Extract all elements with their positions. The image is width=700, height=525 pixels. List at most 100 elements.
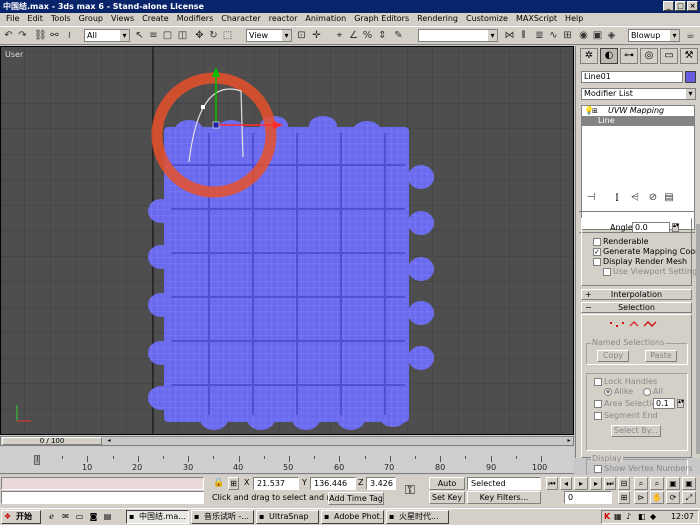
render-scene-icon[interactable]: ▣: [591, 29, 604, 42]
x-coordinate-input[interactable]: 21.537: [253, 477, 299, 490]
previous-key-icon[interactable]: ◂: [560, 477, 572, 490]
set-key-button[interactable]: Set Key: [429, 491, 465, 504]
stack-item-line[interactable]: Line: [582, 116, 694, 126]
add-time-tag-button[interactable]: Add Time Tag: [328, 492, 384, 505]
user-viewport[interactable]: User: [0, 46, 574, 435]
key-icon[interactable]: ⚿: [405, 483, 415, 498]
menu-graph-editors[interactable]: Graph Editors: [350, 13, 413, 25]
menu-character[interactable]: Character: [217, 13, 265, 25]
checkbox-box[interactable]: ✓: [593, 247, 601, 256]
show-end-result-icon[interactable]: ⫾: [610, 192, 624, 203]
select-scale-icon[interactable]: ⬚: [221, 29, 234, 42]
go-to-end-icon[interactable]: ⏭: [604, 477, 616, 490]
copy-button[interactable]: Copy: [597, 350, 629, 362]
utilities-tab[interactable]: ⚒: [680, 48, 698, 64]
maxscript-listener-white[interactable]: [1, 491, 204, 504]
checkbox-box[interactable]: [594, 411, 602, 420]
chinese-knot-mesh[interactable]: [148, 116, 434, 430]
render-type-dropdown[interactable]: Blowup: [628, 29, 680, 42]
select-by-button[interactable]: Select By...: [611, 425, 661, 437]
object-color-swatch[interactable]: [685, 71, 696, 83]
select-rotate-icon[interactable]: ↻: [207, 29, 220, 42]
desktop-icon[interactable]: ▭: [74, 512, 85, 522]
link-icon[interactable]: ⛓: [34, 29, 47, 42]
zoom-extents-all-icon[interactable]: ▣: [682, 477, 696, 490]
time-configuration-icon[interactable]: ⊞: [618, 491, 630, 504]
mirror-icon[interactable]: ⋈: [503, 29, 516, 42]
motion-tab[interactable]: ◎: [640, 48, 658, 64]
menu-file[interactable]: File: [2, 13, 23, 25]
sub-object-level-icons[interactable]: [608, 319, 660, 329]
selection-filter-dropdown[interactable]: All: [84, 29, 130, 42]
antivirus-icon[interactable]: K: [604, 511, 610, 523]
start-button[interactable]: ❖ 开始: [1, 510, 41, 524]
snap-toggle-icon[interactable]: ⌖: [333, 29, 346, 42]
task-photoshop[interactable]: ▪ Adobe Phot...: [321, 510, 384, 524]
ime-icon[interactable]: ◧: [638, 511, 646, 523]
menu-edit[interactable]: Edit: [23, 13, 47, 25]
display-render-mesh-checkbox[interactable]: Display Render Mesh: [593, 257, 687, 266]
z-coordinate-input[interactable]: 3.426: [366, 477, 396, 490]
auto-key-button[interactable]: Auto Key: [429, 477, 465, 499]
redo-icon[interactable]: ↷: [16, 29, 29, 42]
spinner-snap-icon[interactable]: ⇕: [376, 29, 389, 42]
go-to-start-icon[interactable]: ⏮: [546, 477, 558, 490]
key-mode-toggle-icon[interactable]: ⊟: [618, 477, 630, 490]
pin-stack-icon[interactable]: ⊣: [584, 192, 598, 203]
field-of-view-icon[interactable]: ⊳: [634, 491, 648, 504]
all-radio[interactable]: All: [643, 387, 663, 396]
key-mode-dropdown[interactable]: Selected: [467, 477, 541, 490]
task-music[interactable]: ▪ 音乐试听 -...: [191, 510, 254, 524]
lock-icon[interactable]: 🔒: [213, 478, 224, 488]
use-viewport-settings-checkbox[interactable]: Use Viewport Settings: [603, 267, 700, 276]
interpolation-rollout[interactable]: + Interpolation: [581, 289, 692, 300]
menu-maxscript[interactable]: MAXScript: [512, 13, 561, 25]
task-ultrasnap[interactable]: ▪ UltraSnap: [256, 510, 319, 524]
lock-handles-checkbox[interactable]: Lock Handles: [594, 377, 657, 386]
create-tab[interactable]: ✲: [580, 48, 598, 64]
menu-modifiers[interactable]: Modifiers: [173, 13, 218, 25]
window-crossing-icon[interactable]: ◫: [176, 29, 189, 42]
viewport-canvas[interactable]: [1, 47, 574, 435]
menu-group[interactable]: Group: [75, 13, 107, 25]
explorer-icon[interactable]: ▤: [102, 512, 113, 522]
checkbox-box[interactable]: [603, 267, 611, 276]
object-name-field[interactable]: Line01: [581, 71, 683, 83]
menu-tools[interactable]: Tools: [47, 13, 75, 25]
ie-icon[interactable]: ℯ: [46, 512, 57, 522]
menu-help[interactable]: Help: [561, 13, 587, 25]
schematic-view-icon[interactable]: ⊞: [561, 29, 574, 42]
rectangular-selection-icon[interactable]: ▢: [161, 29, 174, 42]
arc-rotate-icon[interactable]: ⟳: [666, 491, 680, 504]
menu-create[interactable]: Create: [138, 13, 173, 25]
align-icon[interactable]: ⫴: [517, 29, 530, 42]
checkbox-box[interactable]: [594, 464, 602, 473]
expand-icon[interactable]: ⊞: [592, 106, 598, 116]
y-coordinate-input[interactable]: 136.446: [310, 477, 356, 490]
next-key-icon[interactable]: ▸: [590, 477, 602, 490]
command-panel-scrollbar[interactable]: [696, 224, 700, 454]
layer-manager-icon[interactable]: ≣: [533, 29, 546, 42]
named-selection-sets-dropdown[interactable]: [418, 29, 498, 42]
radio-dot[interactable]: [643, 387, 651, 396]
pan-icon[interactable]: ✋: [650, 491, 664, 504]
menu-animation[interactable]: Animation: [301, 13, 350, 25]
menu-reactor[interactable]: reactor: [265, 13, 302, 25]
renderable-checkbox[interactable]: Renderable: [593, 237, 649, 246]
zoom-extents-icon[interactable]: ▣: [666, 477, 680, 490]
show-vertex-numbers-checkbox[interactable]: Show Vertex Numbers: [594, 464, 693, 473]
shield-icon[interactable]: ◆: [650, 511, 656, 523]
checkbox-box[interactable]: [593, 237, 601, 246]
named-selection-icon[interactable]: ✎: [392, 29, 405, 42]
segment-end-checkbox[interactable]: Segment End: [594, 411, 658, 420]
display-tab[interactable]: ▭: [660, 48, 678, 64]
material-editor-icon[interactable]: ◉: [577, 29, 590, 42]
checkbox-box[interactable]: [593, 257, 601, 266]
maximize-button[interactable]: □: [675, 1, 686, 11]
quick-render-teapot-icon[interactable]: ☕: [684, 29, 697, 42]
zoom-all-icon[interactable]: ⌕: [650, 477, 664, 490]
outlook-icon[interactable]: ✉: [60, 512, 71, 522]
stack-item-uvw-mapping[interactable]: 💡 ⊞ UVW Mapping: [582, 106, 694, 116]
viewport-label[interactable]: User: [5, 50, 23, 59]
select-object-icon[interactable]: ↖: [133, 29, 146, 42]
